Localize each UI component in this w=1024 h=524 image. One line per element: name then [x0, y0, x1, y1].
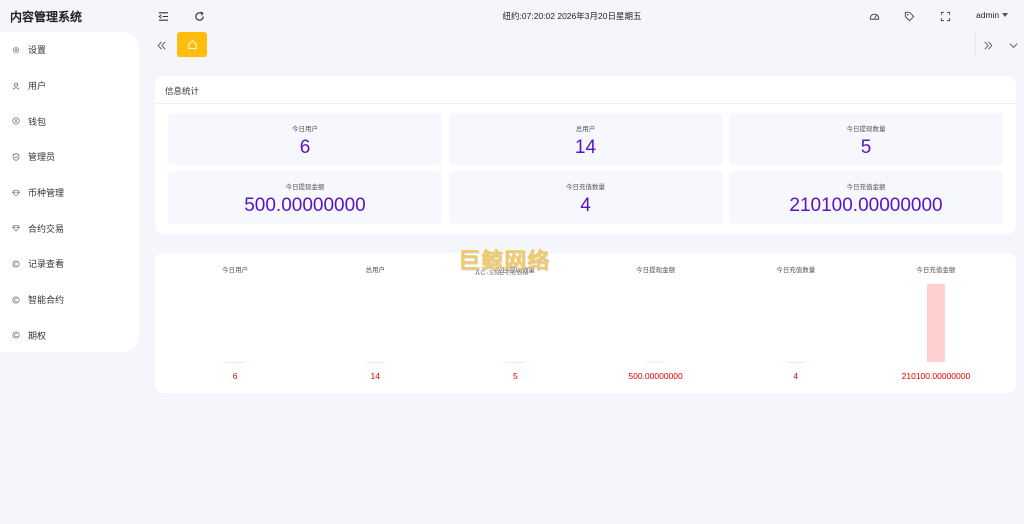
chart-category-label: 今日充值金额 — [916, 265, 956, 274]
sidebar-item-wallet[interactable]: 钱包 — [0, 103, 139, 139]
fullscreen-icon[interactable] — [939, 10, 951, 22]
user-icon — [12, 82, 20, 90]
sidebar-item-options[interactable]: 期权 — [0, 318, 139, 354]
sidebar-item-label: 设置 — [28, 45, 47, 56]
sidebar-item-label: 用户 — [28, 81, 47, 92]
tab-divider — [975, 32, 976, 58]
sidebar-item-label: 钱包 — [28, 116, 47, 127]
sidebar-item-contract-trade[interactable]: 合约交易 — [0, 210, 139, 246]
gear-icon — [12, 46, 20, 54]
stat-card-today-withdraw-amount: 今日提现金额 500.00000000 — [168, 171, 442, 224]
stats-panel: 信息统计 今日用户 6 总用户 14 今日提现数量 5 今日提现金额 500.0… — [155, 76, 1016, 234]
sidebar-item-label: 管理员 — [28, 152, 56, 163]
chart-bar — [786, 361, 805, 363]
stat-value: 14 — [574, 137, 597, 158]
sidebar-item-records[interactable]: 记录查看 — [0, 246, 139, 282]
chart-value-label: 500.00000000 — [628, 371, 683, 381]
sidebar-item-label: 智能合约 — [28, 295, 65, 306]
stat-label: 今日提现数量 — [846, 126, 886, 133]
chart-category-label: 今日提现数量 — [496, 265, 535, 274]
dashboard-gauge-icon[interactable] — [868, 10, 880, 22]
chart-bar — [366, 361, 385, 363]
tab-bar — [140, 32, 1024, 58]
diamond-icon — [12, 189, 20, 197]
sidebar-item-currency[interactable]: 币种管理 — [0, 175, 139, 211]
sidebar-item-label: 记录查看 — [28, 259, 65, 270]
sidebar-item-admins[interactable]: 管理员 — [0, 139, 139, 175]
user-menu[interactable]: admin — [976, 10, 1009, 20]
diamond-icon — [12, 224, 20, 232]
app-title: 内容管理系统 — [10, 10, 83, 24]
chart-value-label: 6 — [233, 371, 238, 381]
chart-bar — [646, 361, 665, 363]
sidebar-item-smart-contract[interactable]: 智能合约 — [0, 282, 139, 318]
stat-label: 今日充值金额 — [846, 184, 886, 191]
chart-category-label: 今日提现金额 — [636, 265, 676, 274]
chart-value-label: 5 — [513, 371, 518, 381]
chart-bar — [926, 284, 945, 362]
stat-card-today-recharge-amount: 今日充值金额 210100.00000000 — [729, 171, 1003, 224]
home-icon — [187, 40, 197, 49]
stat-label: 总用户 — [575, 126, 596, 133]
coin-icon — [12, 260, 20, 268]
sidebar: 设置 用户 钱包 管理员 币种管理 合约交易 记录查看 智能合约 期权 — [0, 32, 139, 352]
stat-card-today-recharge-count: 今日充值数量 4 — [448, 171, 723, 224]
chart-panel: 今日用户 6 总用户 14 今日提现数量 5 今日提现金额 500.00000000 今日充值数… — [155, 253, 1016, 393]
stats-panel-title: 信息统计 — [155, 76, 1016, 104]
stat-value: 210100.00000000 — [789, 195, 943, 216]
tabs-scroll-left-icon[interactable] — [154, 38, 168, 52]
chart-category-label: 总用户 — [366, 265, 386, 274]
chart-value-label: 14 — [371, 371, 381, 381]
coin-icon — [12, 331, 20, 339]
stat-label: 今日用户 — [292, 126, 318, 133]
chart-category-label: 今日充值数量 — [776, 265, 816, 274]
stat-label: 今日充值数量 — [566, 184, 605, 191]
tabs-dropdown-icon[interactable] — [1006, 38, 1020, 52]
sidebar-item-label: 期权 — [28, 330, 47, 341]
stat-card-today-users: 今日用户 6 — [168, 113, 442, 165]
tab-home[interactable] — [177, 32, 207, 57]
stat-card-today-withdraw-count: 今日提现数量 5 — [729, 113, 1003, 165]
stat-label: 今日提现金额 — [285, 184, 325, 191]
tag-icon[interactable] — [903, 10, 915, 22]
sidebar-item-settings[interactable]: 设置 — [0, 32, 139, 68]
wallet-icon — [12, 117, 20, 125]
stat-card-total-users: 总用户 14 — [448, 113, 723, 165]
stat-value: 5 — [860, 137, 872, 158]
chart-value-label: 210100.00000000 — [902, 371, 971, 381]
sidebar-item-label: 币种管理 — [28, 188, 65, 199]
top-bar: 纽约:07:20:02 2026年3月20日星期五 admin — [140, 0, 1024, 32]
stats-grid: 今日用户 6 总用户 14 今日提现数量 5 今日提现金额 500.000000… — [168, 113, 1003, 224]
coin-icon — [12, 296, 20, 304]
tabs-scroll-right-icon[interactable] — [981, 38, 995, 52]
sidebar-item-label: 合约交易 — [28, 223, 65, 234]
chart-value-label: 4 — [793, 371, 798, 381]
user-name: admin — [976, 10, 1000, 20]
caret-down-icon — [1002, 13, 1009, 17]
clock-display: 纽约:07:20:02 2026年3月20日星期五 — [502, 11, 642, 21]
chart-bar — [226, 361, 245, 363]
shield-icon — [12, 153, 20, 161]
bar-chart: 今日用户 6 总用户 14 今日提现数量 5 今日提现金额 500.00000000 今日充值数… — [222, 265, 971, 381]
sidebar-item-users[interactable]: 用户 — [0, 68, 139, 104]
stat-value: 6 — [299, 137, 311, 158]
chart-bar — [506, 361, 525, 363]
chart-category-label: 今日用户 — [222, 265, 248, 274]
stat-value: 4 — [580, 195, 591, 216]
stat-value: 500.00000000 — [244, 195, 366, 216]
